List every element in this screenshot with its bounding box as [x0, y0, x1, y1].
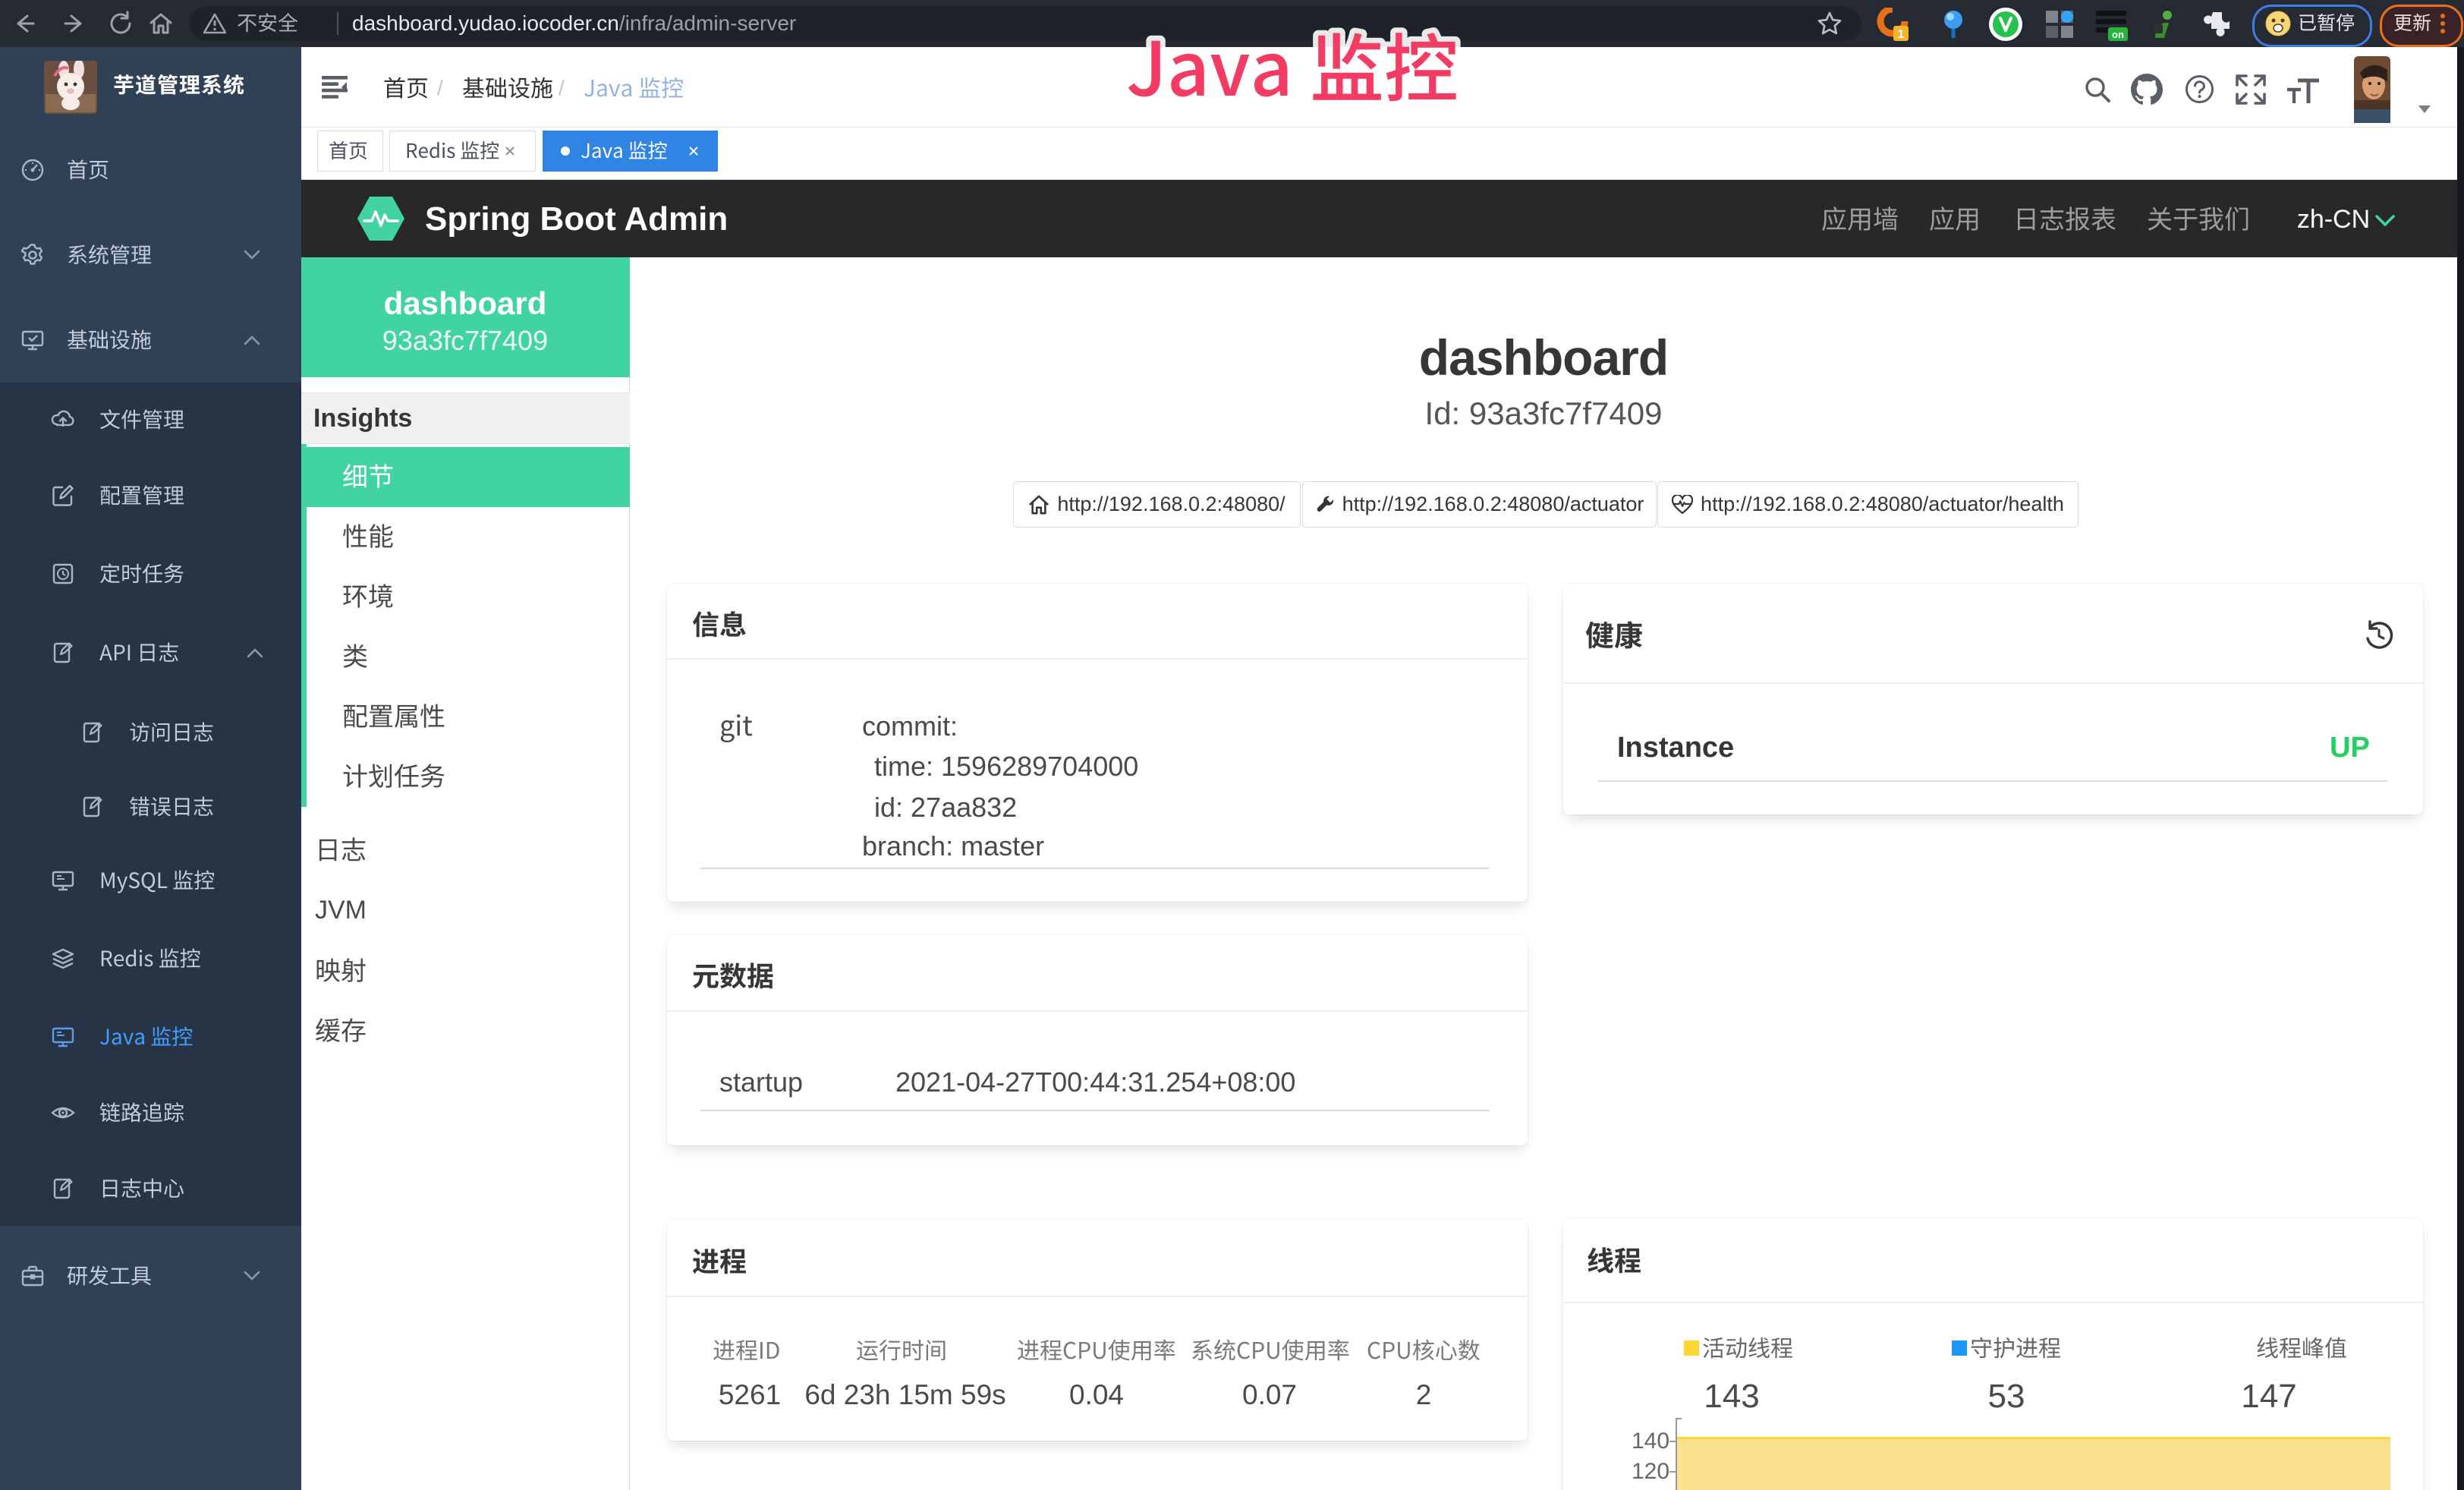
svg-text:on: on	[2112, 29, 2124, 40]
svg-text:1: 1	[1898, 28, 1905, 41]
